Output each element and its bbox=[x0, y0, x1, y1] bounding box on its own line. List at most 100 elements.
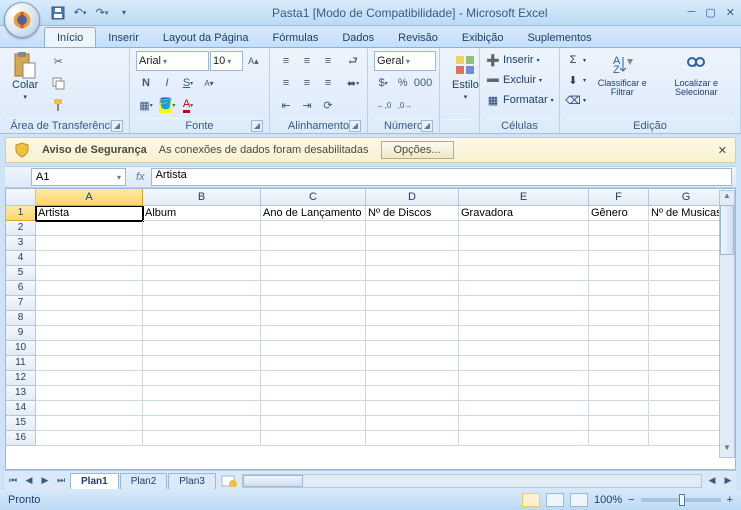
cell[interactable] bbox=[649, 251, 724, 266]
sort-filter-button[interactable]: AZ Classificar e Filtrar bbox=[590, 51, 654, 99]
cell[interactable] bbox=[366, 281, 459, 296]
cell[interactable] bbox=[459, 371, 589, 386]
cell[interactable] bbox=[459, 281, 589, 296]
cell[interactable] bbox=[261, 236, 366, 251]
cell[interactable]: Gravadora bbox=[459, 206, 589, 221]
underline-icon[interactable]: S▾ bbox=[178, 73, 198, 93]
cell[interactable] bbox=[459, 221, 589, 236]
cell[interactable] bbox=[366, 266, 459, 281]
column-header[interactable]: B bbox=[143, 189, 261, 206]
clear-button[interactable]: ⌫▾ bbox=[566, 91, 586, 109]
cell[interactable] bbox=[649, 296, 724, 311]
new-sheet-icon[interactable] bbox=[218, 473, 240, 489]
cell[interactable] bbox=[143, 266, 261, 281]
cell[interactable] bbox=[36, 281, 143, 296]
border-icon[interactable]: ▦▾ bbox=[136, 95, 156, 115]
row-header[interactable]: 5 bbox=[6, 266, 36, 281]
cell[interactable] bbox=[649, 221, 724, 236]
column-header[interactable]: G bbox=[649, 189, 724, 206]
row-header[interactable]: 11 bbox=[6, 356, 36, 371]
row-header[interactable]: 15 bbox=[6, 416, 36, 431]
zoom-out-button[interactable]: − bbox=[628, 494, 634, 506]
row-header[interactable]: 1 bbox=[6, 206, 36, 221]
clipboard-dialog-icon[interactable]: ◢ bbox=[111, 120, 123, 132]
cell[interactable] bbox=[366, 236, 459, 251]
row-header[interactable]: 8 bbox=[6, 311, 36, 326]
row-header[interactable]: 4 bbox=[6, 251, 36, 266]
qat-more-icon[interactable]: ▾ bbox=[116, 5, 132, 21]
cell[interactable] bbox=[589, 416, 649, 431]
column-header[interactable]: C bbox=[261, 189, 366, 206]
row-header[interactable]: 16 bbox=[6, 431, 36, 446]
ribbon-tab-fórmulas[interactable]: Fórmulas bbox=[261, 28, 331, 47]
cell[interactable] bbox=[261, 266, 366, 281]
cell[interactable] bbox=[589, 371, 649, 386]
redo-icon[interactable]: ↷▾ bbox=[94, 5, 110, 21]
ribbon-tab-início[interactable]: Início bbox=[44, 27, 96, 47]
page-break-view-button[interactable] bbox=[570, 493, 588, 507]
scroll-right-icon[interactable]: ▶ bbox=[720, 473, 736, 489]
sheet-nav-next[interactable]: ▶ bbox=[37, 473, 53, 489]
cut-icon[interactable]: ✂ bbox=[48, 51, 68, 71]
ribbon-tab-revisão[interactable]: Revisão bbox=[386, 28, 450, 47]
cell[interactable] bbox=[261, 281, 366, 296]
cell[interactable] bbox=[36, 386, 143, 401]
cell[interactable] bbox=[143, 326, 261, 341]
cell[interactable] bbox=[261, 401, 366, 416]
ribbon-tab-layout-da-página[interactable]: Layout da Página bbox=[151, 28, 261, 47]
decrease-decimal-icon[interactable]: ,0→ bbox=[395, 95, 415, 115]
sheet-nav-last[interactable]: ⏭ bbox=[53, 473, 69, 489]
percent-icon[interactable]: % bbox=[394, 73, 413, 93]
cell[interactable] bbox=[366, 356, 459, 371]
zoom-slider[interactable] bbox=[641, 498, 721, 502]
cell[interactable] bbox=[589, 386, 649, 401]
office-button[interactable] bbox=[4, 2, 40, 38]
cell[interactable] bbox=[459, 326, 589, 341]
orientation-icon[interactable]: ⟳ bbox=[318, 95, 338, 115]
cell[interactable] bbox=[649, 236, 724, 251]
cell[interactable] bbox=[143, 371, 261, 386]
cell[interactable] bbox=[459, 356, 589, 371]
close-button[interactable]: ✕ bbox=[726, 6, 735, 19]
save-icon[interactable] bbox=[50, 5, 66, 21]
delete-cells-button[interactable]: ➖Excluir ▾ bbox=[486, 71, 554, 89]
cell[interactable] bbox=[143, 296, 261, 311]
italic-icon[interactable]: I bbox=[157, 73, 177, 93]
cell[interactable] bbox=[36, 251, 143, 266]
cell[interactable] bbox=[459, 311, 589, 326]
cell[interactable] bbox=[459, 266, 589, 281]
font-dialog-icon[interactable]: ◢ bbox=[251, 120, 263, 132]
cell[interactable] bbox=[261, 341, 366, 356]
cell[interactable] bbox=[143, 311, 261, 326]
cell[interactable] bbox=[261, 311, 366, 326]
bold-icon[interactable]: N bbox=[136, 73, 156, 93]
page-layout-view-button[interactable] bbox=[546, 493, 564, 507]
cell[interactable] bbox=[589, 401, 649, 416]
number-format-combo[interactable]: Geral▾ bbox=[374, 51, 436, 71]
cell[interactable] bbox=[649, 416, 724, 431]
cell[interactable] bbox=[143, 416, 261, 431]
cell[interactable] bbox=[366, 341, 459, 356]
format-cells-button[interactable]: ▦Formatar ▾ bbox=[486, 91, 554, 109]
formula-bar[interactable]: Artista bbox=[151, 168, 732, 186]
row-header[interactable]: 6 bbox=[6, 281, 36, 296]
alignment-dialog-icon[interactable]: ◢ bbox=[349, 120, 361, 132]
autosum-button[interactable]: Σ▾ bbox=[566, 51, 586, 69]
column-header[interactable]: E bbox=[459, 189, 589, 206]
cell[interactable] bbox=[36, 326, 143, 341]
cell[interactable] bbox=[366, 296, 459, 311]
cell[interactable] bbox=[589, 341, 649, 356]
cell[interactable] bbox=[261, 296, 366, 311]
cell[interactable] bbox=[459, 296, 589, 311]
name-box[interactable]: A1▾ bbox=[31, 168, 126, 186]
font-color-icon[interactable]: A▾ bbox=[178, 95, 198, 115]
align-right-icon[interactable]: ≡ bbox=[318, 73, 338, 93]
cell[interactable] bbox=[261, 431, 366, 446]
cell[interactable]: Nº de Discos bbox=[366, 206, 459, 221]
cell[interactable] bbox=[261, 221, 366, 236]
row-header[interactable]: 3 bbox=[6, 236, 36, 251]
cell[interactable] bbox=[589, 236, 649, 251]
cell[interactable] bbox=[366, 326, 459, 341]
cell[interactable] bbox=[589, 281, 649, 296]
find-select-button[interactable]: Localizar e Selecionar bbox=[659, 51, 735, 99]
